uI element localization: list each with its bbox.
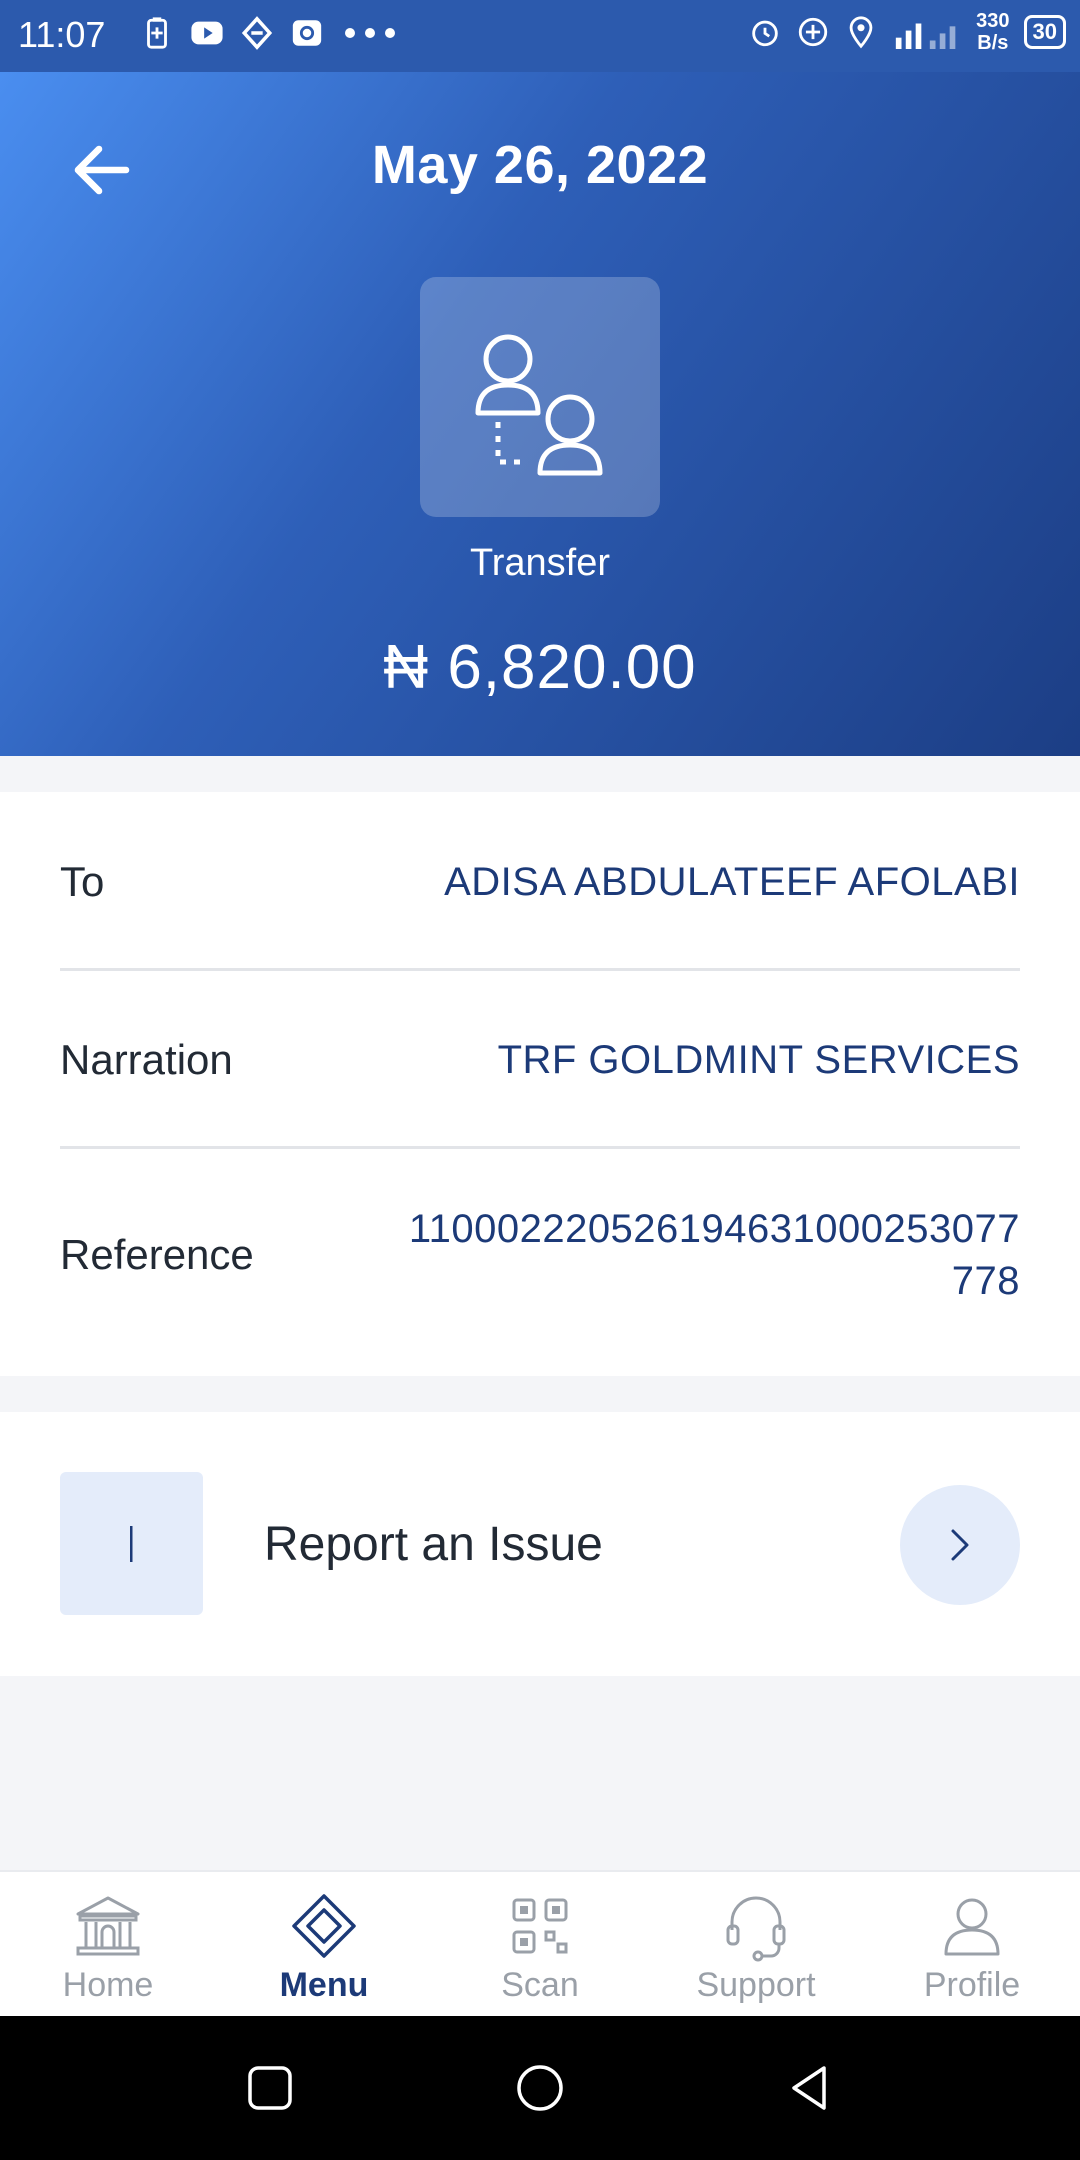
more-notifications-icon xyxy=(345,28,395,38)
transaction-amount: ₦ 6,820.00 xyxy=(383,633,697,702)
nav-support-label: Support xyxy=(696,1966,816,2004)
location-icon xyxy=(849,16,873,49)
reference-value: 110002220526194631000253077 778 xyxy=(409,1203,1020,1307)
nav-support[interactable]: Support xyxy=(648,1872,864,2018)
net-speed-value: 330 xyxy=(976,10,1010,32)
app-notification-icon xyxy=(292,20,322,46)
qr-icon xyxy=(512,1898,568,1954)
system-status-icons: 330 B/s 30 xyxy=(748,10,1066,54)
net-speed: 330 B/s xyxy=(976,10,1009,54)
bank-icon xyxy=(76,1896,140,1956)
status-bar: 11:07 330 B/s 30 xyxy=(0,0,1080,72)
net-speed-unit: B/s xyxy=(977,32,1009,54)
divider xyxy=(60,968,1020,971)
detail-row-reference: Reference 110002220526194631000253077 77… xyxy=(60,1200,1020,1310)
nav-menu-label: Menu xyxy=(279,1966,369,2004)
transaction-header: May 26, 2022 Transfer ₦ 6,820.00 xyxy=(0,72,1080,756)
page-title: May 26, 2022 xyxy=(371,135,709,195)
youtube-icon xyxy=(191,21,223,45)
alarm-icon xyxy=(752,20,778,47)
detail-row-to: To ADISA ABDULATEEF AFOLABI xyxy=(60,842,1020,922)
report-issue-card[interactable]: Report an Issue xyxy=(0,1412,1080,1676)
nav-profile[interactable]: Profile xyxy=(864,1872,1080,2018)
report-issue-arrow-button[interactable] xyxy=(900,1485,1020,1605)
chevron-right-icon xyxy=(951,1529,969,1561)
battery-saver-icon xyxy=(147,17,167,49)
diamond-icon xyxy=(292,1894,356,1958)
nav-home-label: Home xyxy=(62,1966,154,2004)
app-badge-icon xyxy=(241,16,273,50)
back-icon[interactable] xyxy=(784,2062,836,2114)
reference-label: Reference xyxy=(60,1231,254,1278)
signal-icon xyxy=(895,23,956,49)
user-icon xyxy=(944,1898,1000,1956)
info-icon-container xyxy=(60,1472,203,1615)
info-icon xyxy=(130,1526,133,1562)
to-label: To xyxy=(60,858,105,905)
reference-value-line1: 110002220526194631000253077 xyxy=(408,1207,1020,1251)
bottom-nav: Home Menu Scan Support Profile xyxy=(0,1870,1080,2018)
to-value: ADISA ABDULATEEF AFOLABI xyxy=(444,859,1020,904)
battery-indicator: 30 xyxy=(1023,15,1066,49)
narration-label: Narration xyxy=(60,1036,233,1083)
reference-value-line2: 778 xyxy=(951,1259,1020,1303)
detail-row-narration: Narration TRF GOLDMINT SERVICES xyxy=(60,1020,1020,1100)
narration-value: TRF GOLDMINT SERVICES xyxy=(497,1037,1020,1082)
transfer-icon xyxy=(475,334,603,476)
nav-profile-label: Profile xyxy=(923,1966,1021,2004)
divider xyxy=(60,1146,1020,1149)
home-icon[interactable] xyxy=(514,2062,566,2114)
status-time: 11:07 xyxy=(18,14,106,55)
headset-icon xyxy=(726,1896,786,1962)
nav-scan-label: Scan xyxy=(501,1966,579,2004)
transaction-details: To ADISA ABDULATEEF AFOLABI Narration TR… xyxy=(0,792,1080,1376)
nav-menu[interactable]: Menu xyxy=(216,1872,432,2018)
transfer-icon-container xyxy=(420,277,660,517)
report-issue-label: Report an Issue xyxy=(264,1518,603,1571)
transaction-type: Transfer xyxy=(469,542,611,584)
system-nav-bar xyxy=(0,2016,1080,2160)
nav-home[interactable]: Home xyxy=(0,1872,216,2018)
nav-scan[interactable]: Scan xyxy=(432,1872,648,2018)
recent-apps-icon[interactable] xyxy=(244,2062,296,2114)
notification-icons xyxy=(140,16,400,50)
data-saver-icon xyxy=(798,17,828,47)
